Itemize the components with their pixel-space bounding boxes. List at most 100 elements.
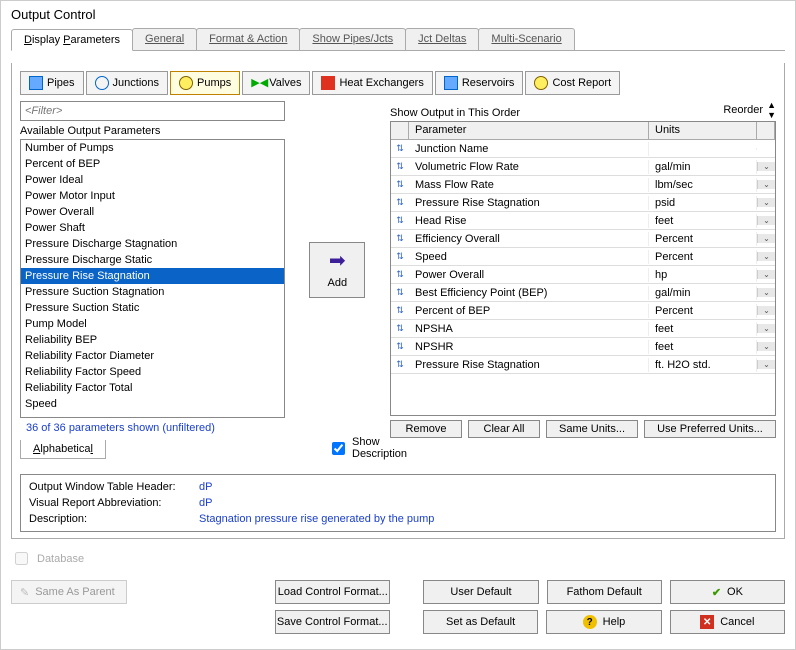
bottom-panel: Database ✎Same As Parent Load Control Fo…: [11, 549, 785, 639]
param-cell: Junction Name: [409, 142, 649, 156]
units-dropdown[interactable]: ⌄: [757, 162, 775, 171]
units-dropdown[interactable]: ⌄: [757, 180, 775, 189]
cancel-button[interactable]: ✕Cancel: [670, 610, 785, 634]
reorder-handle-icon[interactable]: ⇅: [391, 233, 409, 244]
reorder-handle-icon[interactable]: ⇅: [391, 269, 409, 280]
units-dropdown[interactable]: ⌄: [757, 324, 775, 333]
cat-cost-report[interactable]: Cost Report: [525, 71, 620, 95]
list-item[interactable]: Pressure Suction Static: [21, 300, 284, 316]
set-as-default-button[interactable]: Set as Default: [423, 610, 538, 634]
table-row[interactable]: ⇅Volumetric Flow Rategal/min⌄: [391, 158, 775, 176]
user-default-button[interactable]: User Default: [423, 580, 538, 604]
param-cell: Best Efficiency Point (BEP): [409, 286, 649, 300]
reorder-handle-icon[interactable]: ⇅: [391, 287, 409, 298]
table-row[interactable]: ⇅SpeedPercent⌄: [391, 248, 775, 266]
heat-icon: [321, 76, 335, 90]
list-item[interactable]: Percent of BEP: [21, 156, 284, 172]
units-dropdown[interactable]: ⌄: [757, 342, 775, 351]
table-row[interactable]: ⇅Mass Flow Ratelbm/sec⌄: [391, 176, 775, 194]
reorder-handle-icon[interactable]: ⇅: [391, 179, 409, 190]
alphabetical-tab[interactable]: Alphabetical: [20, 440, 106, 459]
filter-input[interactable]: [20, 101, 285, 121]
list-item[interactable]: Pressure Discharge Static: [21, 252, 284, 268]
units-cell: Percent: [649, 232, 757, 246]
ok-button[interactable]: ✔OK: [670, 580, 785, 604]
units-dropdown[interactable]: ⌄: [757, 252, 775, 261]
available-params-list[interactable]: Number of PumpsPercent of BEPPower Ideal…: [20, 139, 285, 418]
param-cell: Percent of BEP: [409, 304, 649, 318]
tab-format-action[interactable]: Format & Action: [196, 28, 300, 50]
list-item[interactable]: Reliability Factor Total: [21, 380, 284, 396]
list-item[interactable]: Power Motor Input: [21, 188, 284, 204]
list-item[interactable]: Pressure Discharge Stagnation: [21, 236, 284, 252]
table-row[interactable]: ⇅Percent of BEPPercent⌄: [391, 302, 775, 320]
output-control-window: Output Control Display Parameters Genera…: [0, 0, 796, 650]
cat-valves[interactable]: ▶◀Valves: [242, 71, 310, 95]
list-item[interactable]: Power Shaft: [21, 220, 284, 236]
list-item[interactable]: Pressure Suction Stagnation: [21, 284, 284, 300]
list-item[interactable]: Pump Model: [21, 316, 284, 332]
reorder-handle-icon[interactable]: ⇅: [391, 341, 409, 352]
load-control-format-button[interactable]: Load Control Format...: [275, 580, 390, 604]
use-preferred-units-button[interactable]: Use Preferred Units...: [644, 420, 776, 438]
cat-pipes[interactable]: Pipes: [20, 71, 84, 95]
list-item[interactable]: Number of Pumps: [21, 140, 284, 156]
reorder-handle-icon[interactable]: ⇅: [391, 305, 409, 316]
table-row[interactable]: ⇅NPSHRfeet⌄: [391, 338, 775, 356]
reorder-handle-icon[interactable]: ⇅: [391, 359, 409, 370]
reorder-handle-icon[interactable]: ⇅: [391, 161, 409, 172]
table-row[interactable]: ⇅Junction Name: [391, 140, 775, 158]
show-description-checkbox[interactable]: [332, 442, 345, 455]
list-item[interactable]: Reliability Factor Diameter: [21, 348, 284, 364]
units-dropdown[interactable]: ⌄: [757, 306, 775, 315]
cat-pumps[interactable]: Pumps: [170, 71, 240, 95]
tab-jct-deltas[interactable]: Jct Deltas: [405, 28, 479, 50]
tab-display-parameters[interactable]: Display Parameters: [11, 29, 133, 51]
reorder-handle-icon[interactable]: ⇅: [391, 251, 409, 262]
list-item[interactable]: Speed: [21, 396, 284, 412]
table-row[interactable]: ⇅NPSHAfeet⌄: [391, 320, 775, 338]
help-icon: ?: [583, 615, 597, 629]
table-row[interactable]: ⇅Best Efficiency Point (BEP)gal/min⌄: [391, 284, 775, 302]
save-control-format-button[interactable]: Save Control Format...: [275, 610, 390, 634]
reorder-handle-icon[interactable]: ⇅: [391, 143, 409, 154]
table-row[interactable]: ⇅Efficiency OverallPercent⌄: [391, 230, 775, 248]
cat-junctions[interactable]: Junctions: [86, 71, 168, 95]
table-row[interactable]: ⇅Power Overallhp⌄: [391, 266, 775, 284]
col-units[interactable]: Units: [649, 122, 757, 139]
cat-heat-exchangers[interactable]: Heat Exchangers: [312, 71, 432, 95]
list-item[interactable]: Power Overall: [21, 204, 284, 220]
list-item[interactable]: Reliability Factor Speed: [21, 364, 284, 380]
param-cell: Efficiency Overall: [409, 232, 649, 246]
units-dropdown[interactable]: ⌄: [757, 216, 775, 225]
same-units-button[interactable]: Same Units...: [546, 420, 638, 438]
units-cell: feet: [649, 214, 757, 228]
help-button[interactable]: ?Help: [546, 610, 661, 634]
units-dropdown[interactable]: ⌄: [757, 360, 775, 369]
table-row[interactable]: ⇅Head Risefeet⌄: [391, 212, 775, 230]
units-dropdown[interactable]: ⌄: [757, 198, 775, 207]
close-icon: ✕: [700, 615, 714, 629]
main-tabs: Display Parameters General Format & Acti…: [11, 28, 785, 51]
table-row[interactable]: ⇅Pressure Rise Stagnationft. H2O std.⌄: [391, 356, 775, 374]
units-dropdown[interactable]: ⌄: [757, 234, 775, 243]
units-cell: lbm/sec: [649, 178, 757, 192]
tab-show-pipes-jcts[interactable]: Show Pipes/Jcts: [299, 28, 406, 50]
clear-all-button[interactable]: Clear All: [468, 420, 540, 438]
reorder-handle-icon[interactable]: ⇅: [391, 215, 409, 226]
list-item[interactable]: Pressure Rise Stagnation: [21, 268, 284, 284]
fathom-default-button[interactable]: Fathom Default: [547, 580, 662, 604]
reorder-handle-icon[interactable]: ⇅: [391, 323, 409, 334]
reorder-handle-icon[interactable]: ⇅: [391, 197, 409, 208]
tab-general[interactable]: General: [132, 28, 197, 50]
col-parameter[interactable]: Parameter: [409, 122, 649, 139]
units-dropdown[interactable]: ⌄: [757, 288, 775, 297]
add-button[interactable]: ➡ Add: [309, 242, 365, 298]
list-item[interactable]: Reliability BEP: [21, 332, 284, 348]
cat-reservoirs[interactable]: Reservoirs: [435, 71, 524, 95]
list-item[interactable]: Power Ideal: [21, 172, 284, 188]
tab-multi-scenario[interactable]: Multi-Scenario: [478, 28, 574, 50]
reorder-arrows[interactable]: ▲▼: [767, 101, 776, 119]
table-row[interactable]: ⇅Pressure Rise Stagnationpsid⌄: [391, 194, 775, 212]
units-dropdown[interactable]: ⌄: [757, 270, 775, 279]
